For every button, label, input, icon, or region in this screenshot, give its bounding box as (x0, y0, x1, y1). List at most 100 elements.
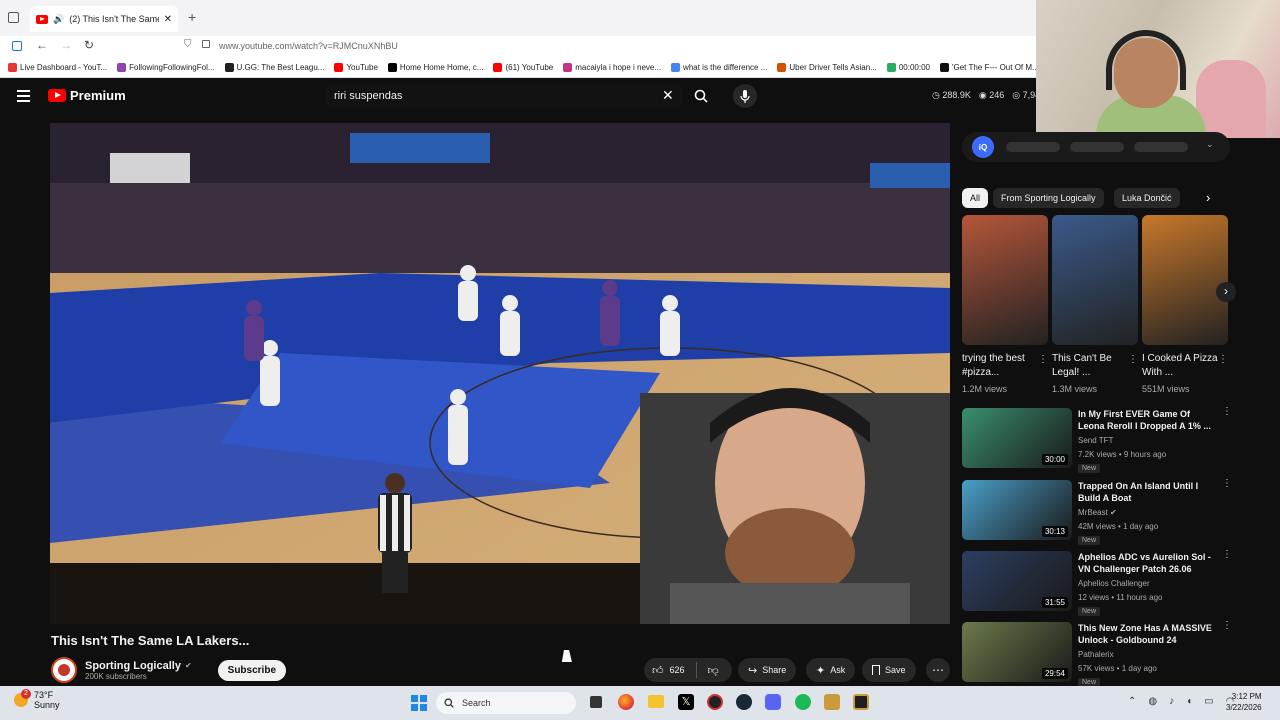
chip-from-channel[interactable]: From Sporting Logically (993, 188, 1104, 208)
like-count: 626 (669, 665, 685, 675)
bookmark-item[interactable]: FollowingFollowingFol... (117, 63, 215, 72)
steam-icon[interactable] (736, 694, 752, 710)
bookmark-item[interactable]: macaiyla i hope i neve... (563, 63, 661, 72)
bookmark-item[interactable]: Live Dashboard - YouT... (8, 63, 107, 72)
menu-icon[interactable] (17, 90, 30, 102)
more-options-icon[interactable]: ⋮ (1128, 354, 1138, 365)
back-icon[interactable]: ← (36, 38, 48, 52)
sidebar-toggle-icon[interactable] (12, 41, 22, 51)
bookmarks-bar: Live Dashboard - YouT... FollowingFollowi… (0, 58, 1040, 78)
more-options-icon[interactable]: ⋮ (1222, 550, 1232, 560)
video-title[interactable]: Trapped On An Island Until I Build A Boa… (1078, 480, 1218, 504)
recommended-video[interactable]: 30:13 Trapped On An Island Until I Build … (962, 479, 1232, 545)
short-title[interactable]: This Can't Be Legal! ... (1052, 352, 1128, 380)
recommended-video[interactable]: 31:55 Aphelios ADC vs Aurelion Sol - VN C… (962, 550, 1232, 616)
reload-icon[interactable]: ↻ (84, 38, 94, 52)
save-button[interactable]: Save (862, 658, 916, 682)
browser-tab[interactable]: 🔊 (2) This Isn't The Same LA L ✕ (30, 6, 178, 32)
close-tab-icon[interactable]: ✕ (164, 14, 172, 25)
bookmark-item[interactable]: Uber Driver Tells Asian... (777, 63, 877, 72)
bookmark-item[interactable]: 'Get The F--- Out Of M... (939, 63, 1039, 72)
weather-widget[interactable]: 2 73°F Sunny (14, 689, 60, 710)
more-options-icon[interactable]: ⋮ (1222, 407, 1232, 417)
address-bar[interactable]: www.youtube.com/watch?v=RJMCnuXNhBU (219, 41, 398, 51)
bookmark-item[interactable]: U.GG: The Best Leagu... (224, 63, 324, 72)
firefox-icon[interactable] (618, 694, 634, 710)
short-thumbnail[interactable] (962, 215, 1048, 345)
video-player[interactable] (50, 123, 950, 624)
bookmark-favicon-icon (777, 63, 787, 72)
tab-list-icon[interactable] (8, 12, 19, 23)
channel-name[interactable]: Sporting Logically ✔ (85, 660, 192, 672)
more-options-icon[interactable]: ⋮ (1218, 354, 1228, 365)
more-options-icon[interactable]: ⋮ (1222, 479, 1232, 489)
bookmark-item[interactable]: Home Home Home, c... (387, 63, 483, 72)
sponsored-banner[interactable]: iQ ⌄ (962, 132, 1230, 162)
video-channel[interactable]: Send TFT (1078, 436, 1113, 445)
bookmark-item[interactable]: (61) YouTube (493, 63, 553, 72)
video-thumbnail[interactable]: 31:55 (962, 551, 1072, 611)
file-explorer-icon[interactable] (648, 695, 664, 708)
chevron-down-icon[interactable]: ⌄ (1206, 139, 1214, 150)
speaker-icon[interactable]: 🔊 (53, 14, 64, 25)
subscribe-button[interactable]: Subscribe (217, 659, 287, 681)
dislike-button[interactable]: 👎︎ (708, 664, 719, 677)
forward-icon[interactable]: → (60, 38, 72, 52)
x-app-icon[interactable]: 𝕏 (678, 694, 694, 710)
navigation-bar: ← → ↻ ⛉ www.youtube.com/watch?v=RJMCnuXN… (0, 36, 1040, 58)
search-input[interactable]: riri suspendas (324, 84, 684, 108)
chevron-right-icon[interactable]: › (1206, 190, 1210, 205)
system-tray[interactable]: ⌃ ◍ ♪ ◖ ▭ ◠ (1128, 696, 1234, 707)
recommended-video[interactable]: 29:54 This New Zone Has A MASSIVE Unlock … (962, 621, 1232, 687)
bookmark-item[interactable]: 00:00:00 (886, 63, 930, 72)
chip-all[interactable]: All (962, 188, 989, 208)
obs-icon[interactable] (707, 694, 723, 710)
video-channel[interactable]: Aphelios Challenger (1078, 579, 1150, 588)
short-title[interactable]: trying the best #pizza... (962, 352, 1038, 380)
video-title[interactable]: Aphelios ADC vs Aurelion Sol - VN Challe… (1078, 551, 1218, 575)
bookmark-item[interactable]: YouTube (334, 63, 378, 72)
clock[interactable]: 3:12 PM 3/22/2026 (1226, 691, 1262, 713)
video-thumbnail[interactable]: 30:00 (962, 408, 1072, 468)
league-client-icon[interactable] (824, 694, 840, 710)
youtube-logo[interactable]: Premium (48, 88, 126, 103)
short-thumbnail[interactable] (1052, 215, 1138, 345)
search-icon[interactable] (684, 84, 718, 108)
short-title[interactable]: I Cooked A Pizza With ... (1142, 352, 1218, 380)
video-title[interactable]: In My First EVER Game Of Leona Reroll I … (1078, 408, 1218, 432)
more-actions-button[interactable]: ⋯ (926, 658, 950, 682)
recommended-video[interactable]: 30:00 In My First EVER Game Of Leona Rero… (962, 407, 1232, 473)
bookmark-favicon-icon (886, 63, 896, 72)
display-icon[interactable]: ▭ (1204, 696, 1213, 707)
more-options-icon[interactable]: ⋮ (1222, 621, 1232, 631)
riot-client-icon[interactable] (853, 694, 869, 710)
ask-button[interactable]: ✦ Ask (806, 658, 856, 682)
verified-icon: ✔ (184, 661, 192, 670)
taskbar-search[interactable]: Search (436, 692, 576, 714)
task-view-icon[interactable] (590, 696, 602, 708)
video-channel[interactable]: Pathalerix (1078, 650, 1114, 659)
microphone-tray-icon[interactable]: ♪ (1169, 696, 1174, 707)
short-thumbnail[interactable] (1142, 215, 1228, 345)
video-channel[interactable]: MrBeast ✔ (1078, 508, 1117, 517)
chevron-up-icon[interactable]: ⌃ (1128, 696, 1136, 707)
video-thumbnail[interactable]: 30:13 (962, 480, 1072, 540)
channel-avatar[interactable] (51, 657, 77, 683)
volume-icon[interactable]: ◖ (1186, 696, 1192, 707)
start-button[interactable] (411, 695, 427, 711)
chip-luka[interactable]: Luka Dončić (1114, 188, 1180, 208)
video-thumbnail[interactable]: 29:54 (962, 622, 1072, 682)
video-title[interactable]: This New Zone Has A MASSIVE Unlock - Gol… (1078, 622, 1218, 646)
more-options-icon[interactable]: ⋮ (1038, 354, 1048, 365)
shield-icon[interactable]: ⛉ (184, 39, 192, 50)
new-tab-button[interactable]: + (188, 9, 196, 25)
spotify-icon[interactable] (795, 694, 811, 710)
microphone-icon[interactable] (733, 84, 757, 108)
shorts-next-icon[interactable]: › (1216, 282, 1236, 302)
clear-search-icon[interactable]: ✕ (662, 87, 674, 104)
share-button[interactable]: ↪ Share (738, 658, 797, 682)
discord-icon[interactable] (765, 694, 781, 710)
bookmark-item[interactable]: what is the difference ... (671, 63, 767, 72)
network-icon[interactable]: ◍ (1148, 696, 1157, 707)
like-button[interactable]: 👍︎ 626 (652, 664, 685, 677)
